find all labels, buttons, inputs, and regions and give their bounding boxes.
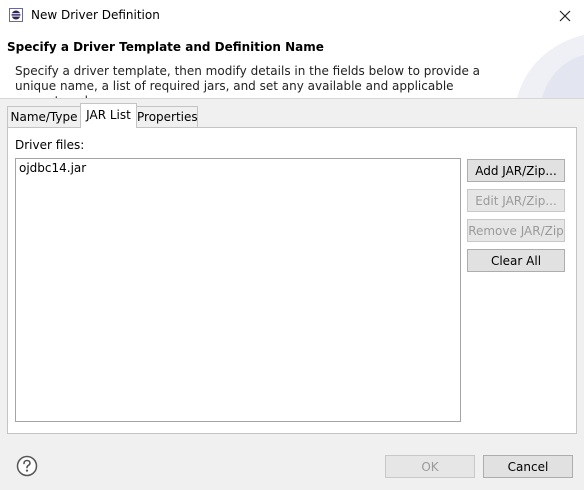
app-icon (9, 8, 23, 22)
cancel-button[interactable]: Cancel (483, 455, 573, 478)
tab-label: Properties (137, 110, 198, 124)
tab-label: Name/Type (10, 110, 78, 124)
tab-properties[interactable]: Properties (136, 106, 198, 127)
tab-name-type[interactable]: Name/Type (7, 106, 81, 127)
window-title: New Driver Definition (31, 8, 160, 22)
clear-all-button[interactable]: Clear All (467, 249, 565, 272)
close-icon[interactable] (556, 7, 574, 25)
tab-jar-list[interactable]: JAR List (80, 103, 137, 128)
ok-button[interactable]: OK (385, 455, 475, 478)
title-bar: New Driver Definition (0, 0, 584, 31)
banner-description: Specify a driver template, then modify d… (15, 64, 480, 98)
add-jar-button[interactable]: Add JAR/Zip... (467, 159, 565, 182)
driver-files-list[interactable]: ojdbc14.jar (15, 158, 461, 422)
wizard-banner: Specify a Driver Template and Definition… (0, 31, 584, 99)
banner-title: Specify a Driver Template and Definition… (7, 40, 324, 54)
help-icon[interactable] (16, 455, 38, 477)
tab-label: JAR List (86, 108, 131, 122)
edit-jar-button[interactable]: Edit JAR/Zip... (467, 189, 565, 212)
remove-jar-button[interactable]: Remove JAR/Zip (467, 219, 565, 242)
banner-decoration (517, 35, 584, 98)
driver-files-label: Driver files: (15, 138, 85, 152)
list-item[interactable]: ojdbc14.jar (19, 161, 86, 175)
